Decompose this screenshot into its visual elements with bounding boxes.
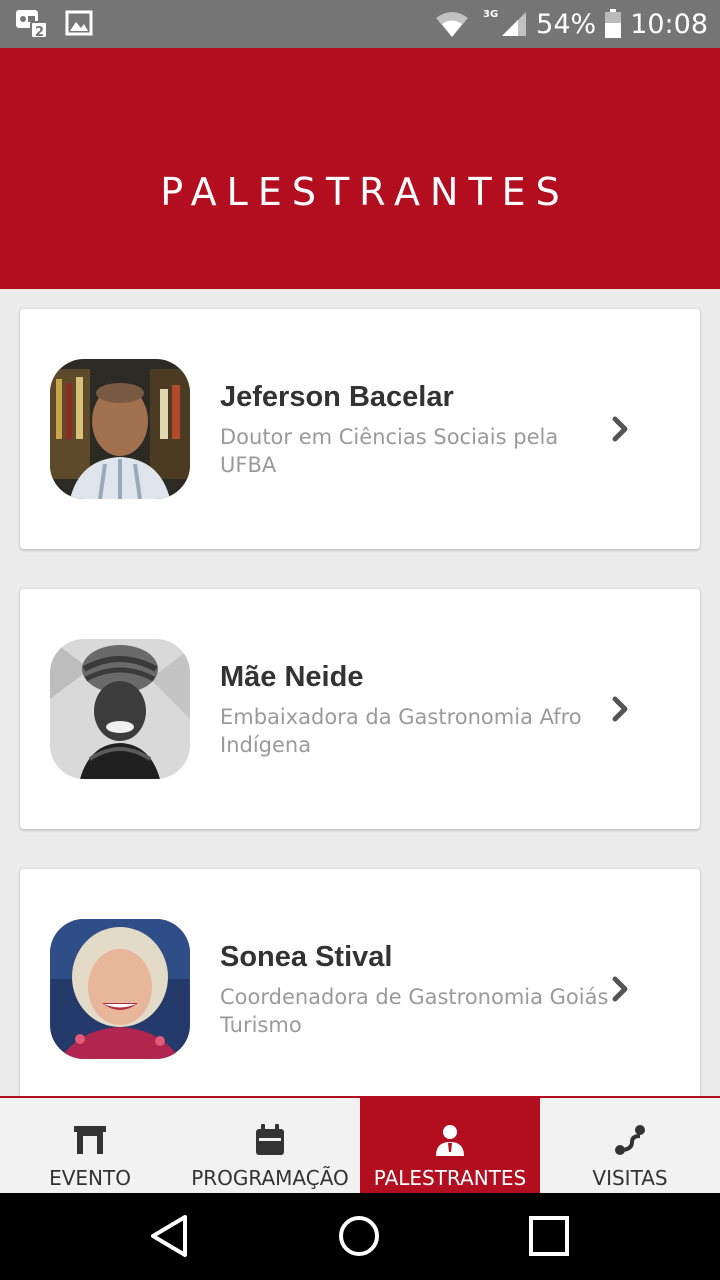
chevron-right-icon[interactable]	[606, 975, 634, 1003]
back-icon[interactable]	[147, 1213, 193, 1259]
nav-label: PROGRAMAÇÃO	[191, 1166, 349, 1190]
speaker-photo	[50, 639, 190, 779]
nav-tab-visitas[interactable]: VISITAS	[540, 1098, 720, 1193]
home-icon[interactable]	[336, 1213, 382, 1259]
speaker-photo	[50, 919, 190, 1059]
venue-icon	[74, 1126, 106, 1154]
svg-text:2: 2	[35, 25, 44, 40]
app-header: PALESTRANTES	[0, 48, 720, 289]
speaker-card[interactable]: Mãe Neide Embaixadora da Gastronomia Afr…	[20, 589, 700, 829]
speaker-card[interactable]: Sonea Stival Coordenadora de Gastronomia…	[20, 869, 700, 1097]
speaker-name: Jeferson Bacelar	[220, 381, 454, 413]
speaker-card[interactable]: Jeferson Bacelar Doutor em Ciências Soci…	[20, 309, 700, 549]
cell-signal-icon	[502, 12, 527, 36]
speaker-role: Doutor em Ciências Sociais pela UFBA	[220, 425, 559, 477]
wifi-icon	[436, 12, 468, 37]
messaging-notification-icon: 2	[16, 10, 48, 40]
nav-tab-evento[interactable]: EVENTO	[0, 1098, 180, 1193]
route-icon	[615, 1125, 645, 1155]
network-type-label: 3G	[483, 8, 499, 20]
clock: 10:08	[630, 8, 708, 40]
speaker-role: Embaixadora da Gastronomia Afro Indígena	[220, 705, 582, 757]
page-title: PALESTRANTES	[160, 170, 570, 214]
speaker-role: Coordenadora de Gastronomia Goiás Turism…	[220, 985, 609, 1037]
nav-label: VISITAS	[592, 1166, 668, 1190]
chevron-right-icon[interactable]	[606, 695, 634, 723]
bottom-nav: EVENTO PROGRAMAÇÃO PALESTRANTES VISITAS	[0, 1096, 720, 1193]
speaker-name: Mãe Neide	[220, 661, 364, 693]
nav-label: PALESTRANTES	[373, 1166, 527, 1190]
system-nav-bar	[0, 1193, 720, 1280]
nav-tab-palestrantes[interactable]: PALESTRANTES	[360, 1098, 540, 1193]
image-notification-icon	[65, 10, 93, 36]
speaker-list[interactable]: Jeferson Bacelar Doutor em Ciências Soci…	[0, 289, 720, 1097]
status-bar: 2 3G 54% 10:08	[0, 0, 720, 48]
recents-icon[interactable]	[526, 1213, 572, 1259]
battery-percent: 54%	[536, 8, 597, 40]
speaker-photo	[50, 359, 190, 499]
battery-icon	[605, 9, 622, 38]
calendar-icon	[256, 1124, 284, 1155]
speaker-name: Sonea Stival	[220, 941, 393, 973]
chevron-right-icon[interactable]	[606, 415, 634, 443]
nav-label: EVENTO	[49, 1166, 131, 1190]
speaker-icon	[436, 1125, 464, 1156]
nav-tab-programacao[interactable]: PROGRAMAÇÃO	[180, 1098, 360, 1193]
